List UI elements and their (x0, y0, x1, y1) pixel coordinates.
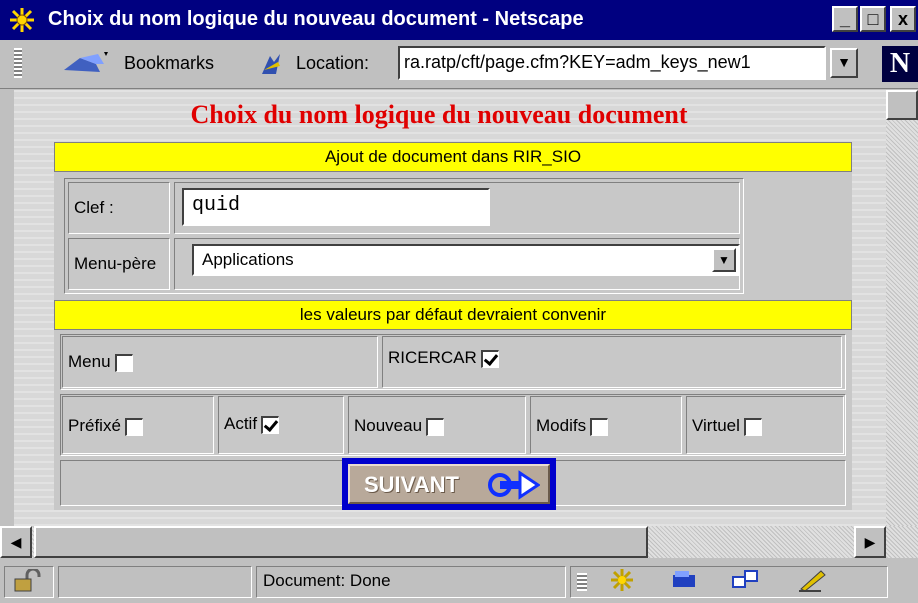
status-bar: Document: Done (0, 560, 918, 603)
netscape-logo[interactable]: N (882, 46, 918, 82)
select-dropdown-button[interactable]: ▼ (712, 248, 736, 272)
suivant-button-face: SUIVANT (348, 464, 550, 504)
menu-pere-select[interactable]: Applications ▼ (192, 244, 740, 276)
mail-icon[interactable] (671, 567, 701, 593)
netscape-wheel-icon[interactable] (607, 567, 637, 593)
clef-label: Clef : (74, 198, 114, 217)
minimize-button[interactable]: _ (832, 6, 858, 32)
arrow-right-icon (488, 470, 540, 500)
url-dropdown-button[interactable]: ▼ (830, 48, 858, 78)
component-bar-grip[interactable] (577, 573, 587, 591)
menu-pere-label: Menu-père (74, 254, 157, 273)
close-icon: x (897, 9, 908, 29)
discussion-icon[interactable] (731, 567, 761, 593)
clef-input[interactable]: quid (182, 188, 490, 226)
menu-checkbox[interactable] (114, 353, 133, 372)
prefixe-checkbox[interactable] (124, 417, 143, 436)
horizontal-scrollbar[interactable]: ◀ ▶ (0, 526, 918, 558)
menu-pere-selected-value: Applications (202, 250, 294, 269)
window-title: Choix du nom logique du nouveau document… (48, 8, 584, 30)
virtuel-checkbox[interactable] (743, 417, 762, 436)
virtuel-option[interactable]: Virtuel (692, 416, 762, 436)
prefixe-option-label: Préfixé (68, 416, 121, 435)
scroll-right-button[interactable]: ▶ (854, 526, 886, 558)
composer-icon[interactable] (797, 567, 827, 593)
ricercar-option-label: RICERCAR (388, 348, 477, 367)
vertical-scrollbar[interactable] (886, 90, 918, 526)
security-cell[interactable] (4, 566, 54, 598)
status-text: Document: Done (263, 571, 391, 590)
actif-checkbox[interactable] (261, 415, 280, 434)
location-label: Location: (296, 53, 370, 73)
modifs-option[interactable]: Modifs (536, 416, 609, 436)
padlock-icon[interactable] (13, 569, 41, 593)
close-button[interactable]: x (890, 6, 916, 32)
triangle-right-icon: ▶ (864, 534, 876, 550)
virtuel-option-label: Virtuel (692, 416, 740, 435)
bookmarks-label[interactable]: Bookmarks (124, 53, 214, 74)
url-field[interactable]: ra.ratp/cft/page.cfm?KEY=adm_keys_new1 (398, 46, 826, 80)
section-header-defaults: les valeurs par défaut devraient conveni… (54, 300, 852, 330)
ricercar-option[interactable]: RICERCAR (388, 348, 499, 368)
toolbar-grip[interactable] (14, 48, 22, 78)
suivant-button-label: SUIVANT (364, 472, 459, 497)
prefixe-option[interactable]: Préfixé (68, 416, 143, 436)
title-bar[interactable]: Choix du nom logique du nouveau document… (0, 0, 918, 40)
menu-option-label: Menu (68, 352, 111, 371)
location-toolbar: Bookmarks Location: ra.ratp/cft/page.cfm… (0, 40, 918, 89)
minimize-icon: _ (839, 9, 850, 29)
location-icon[interactable] (258, 52, 284, 76)
section-header-ajout: Ajout de document dans RIR_SIO (54, 142, 852, 172)
maximize-icon: □ (867, 9, 879, 29)
triangle-left-icon: ◀ (10, 534, 22, 550)
menu-option[interactable]: Menu (68, 352, 133, 372)
component-bar (570, 566, 888, 598)
modifs-checkbox[interactable] (590, 417, 609, 436)
actif-option[interactable]: Actif (224, 414, 280, 434)
vertical-scroll-thumb[interactable] (886, 90, 918, 120)
chevron-down-icon: ▼ (718, 253, 730, 267)
status-text-cell: Document: Done (256, 566, 566, 598)
bookmarks-icon[interactable] (60, 50, 114, 76)
suivant-button[interactable]: SUIVANT (342, 458, 556, 510)
horizontal-scroll-thumb[interactable] (34, 526, 648, 558)
nouveau-option-label: Nouveau (354, 416, 423, 435)
ricercar-checkbox[interactable] (480, 349, 499, 368)
page-content: Choix du nom logique du nouveau document… (14, 90, 886, 526)
netscape-wheel-icon (10, 8, 34, 32)
maximize-button[interactable]: □ (860, 6, 886, 32)
modifs-option-label: Modifs (536, 416, 587, 435)
nouveau-option[interactable]: Nouveau (354, 416, 445, 436)
nouveau-checkbox[interactable] (426, 417, 445, 436)
page-title: Choix du nom logique du nouveau document (190, 100, 688, 129)
progress-cell (58, 566, 252, 598)
scroll-left-button[interactable]: ◀ (0, 526, 32, 558)
actif-option-label: Actif (224, 414, 258, 433)
chevron-down-icon: ▼ (837, 54, 851, 70)
